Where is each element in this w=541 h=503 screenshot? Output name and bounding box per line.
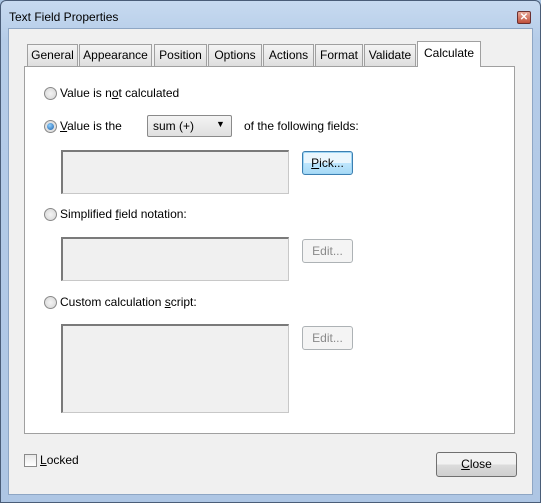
tab-validate[interactable]: Validate [364,44,416,66]
tab-options[interactable]: Options [208,44,262,66]
simplified-notation-box[interactable] [61,237,289,281]
locked-label: Locked [40,453,79,467]
tab-general[interactable]: General [27,44,78,66]
pick-button[interactable]: Pick... [302,151,353,175]
edit-custom-script-button[interactable]: Edit... [302,326,353,350]
radio-not-calculated[interactable] [44,87,57,100]
tab-position[interactable]: Position [154,44,207,66]
operation-selected: sum (+) [153,119,195,133]
tab-appearance[interactable]: Appearance [79,44,152,66]
radio-simplified[interactable] [44,208,57,221]
following-fields-label: of the following fields: [244,119,359,133]
edit-simplified-button[interactable]: Edit... [302,239,353,263]
custom-script-label: Custom calculation script: [60,295,197,309]
tab-format[interactable]: Format [315,44,363,66]
radio-value-is[interactable] [44,120,57,133]
chevron-down-icon: ▼ [216,119,225,129]
not-calculated-label: Value is not calculated [60,86,180,100]
locked-checkbox[interactable] [24,454,37,467]
tab-actions[interactable]: Actions [263,44,314,66]
tab-calculate[interactable]: Calculate [417,41,481,67]
operation-dropdown[interactable]: sum (+) ▼ [147,115,232,137]
value-is-label: Value is the [60,119,122,133]
close-window-button[interactable]: ✕ [517,11,531,24]
close-icon: ✕ [519,12,529,23]
close-button[interactable]: Close [436,452,517,477]
custom-script-box[interactable] [61,324,289,413]
simplified-label: Simplified field notation: [60,207,187,221]
fields-list-box[interactable] [61,150,289,194]
radio-custom-script[interactable] [44,296,57,309]
window-title: Text Field Properties [9,10,119,24]
